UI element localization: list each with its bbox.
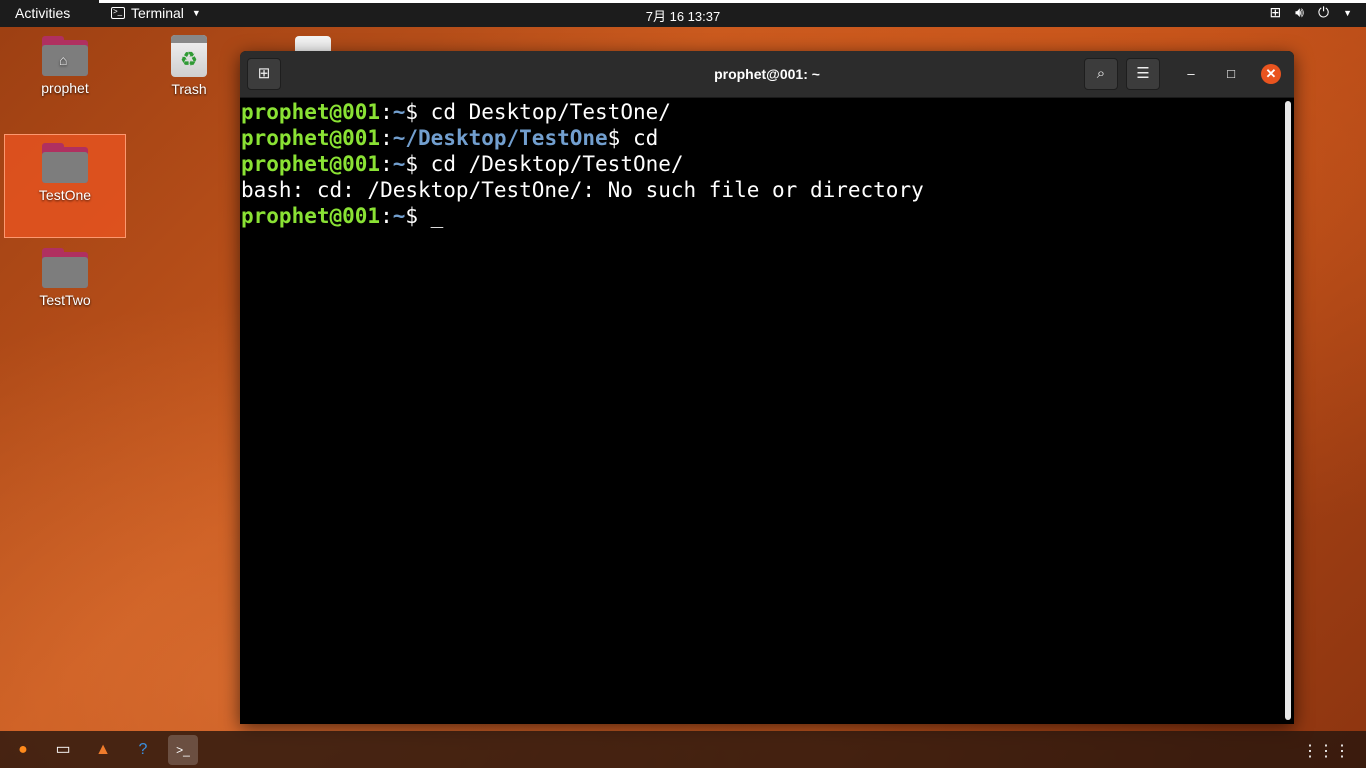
software-icon[interactable]: ▲ xyxy=(88,735,118,765)
volume-icon[interactable]: 🔊︎ xyxy=(1295,4,1304,21)
desktop-icon-label: Trash xyxy=(171,81,207,97)
hamburger-menu-icon: ☰ xyxy=(1136,65,1150,82)
prompt-path: ~ xyxy=(392,152,406,176)
system-tray[interactable]: ⊞ 🔊︎ ⏻ ▼ xyxy=(1269,4,1352,21)
prompt-path: ~ xyxy=(392,100,406,124)
prompt-separator: : xyxy=(380,152,393,176)
desktop-icon-testtwo[interactable]: TestTwo xyxy=(10,248,120,308)
command-text: $ _ xyxy=(405,204,444,228)
terminal-window[interactable]: ⊞ prophet@001: ~ ⌕ ☰ – □ ✕ prophet@001:~… xyxy=(240,51,1294,724)
desktop-icon-prophet[interactable]: ⌂ prophet xyxy=(10,36,120,96)
terminal-line: prophet@001:~/Desktop/TestOne$ cd xyxy=(241,125,1282,151)
menu-button[interactable]: ☰ xyxy=(1126,58,1160,90)
command-text: $ cd xyxy=(607,126,659,150)
show-applications-icon[interactable]: ⋮⋮⋮ xyxy=(1302,741,1350,761)
prompt-user: prophet@001 xyxy=(241,100,381,124)
desktop-icon-label: TestTwo xyxy=(39,292,91,308)
maximize-button[interactable]: □ xyxy=(1221,64,1241,84)
clock[interactable]: 7月 16 13:37 xyxy=(646,9,720,24)
terminal-output[interactable]: prophet@001:~$ cd Desktop/TestOne/prophe… xyxy=(241,98,1282,724)
terminal-icon[interactable]: >_ xyxy=(168,735,198,765)
app-menu-label: Terminal xyxy=(131,5,184,21)
scrollbar[interactable] xyxy=(1285,101,1291,720)
desktop-icon-trash[interactable]: ♻ Trash xyxy=(134,35,244,97)
folder-icon xyxy=(42,143,88,183)
terminal-header-bar[interactable]: ⊞ prophet@001: ~ ⌕ ☰ – □ ✕ xyxy=(240,51,1294,98)
terminal-line: prophet@001:~$ _ xyxy=(241,203,1282,229)
terminal-line: prophet@001:~$ cd /Desktop/TestOne/ xyxy=(241,151,1282,177)
folder-icon xyxy=(42,248,88,288)
minimize-button[interactable]: – xyxy=(1181,64,1201,84)
prompt-user: prophet@001 xyxy=(241,152,381,176)
prompt-path: ~ xyxy=(392,204,406,228)
activities-button[interactable]: Activities xyxy=(15,5,70,21)
desktop-icon-testone[interactable]: TestOne xyxy=(4,134,126,238)
prompt-user: prophet@001 xyxy=(241,204,381,228)
terminal-output-line: bash: cd: /Desktop/TestOne/: No such fil… xyxy=(241,178,924,202)
desktop-icon-label: prophet xyxy=(41,80,89,96)
firefox-icon[interactable]: ● xyxy=(8,735,38,765)
chevron-down-icon: ▼ xyxy=(191,8,201,18)
files-icon[interactable]: ▭ xyxy=(48,735,78,765)
dock: ● ▭ ▲ ? >_ ⋮⋮⋮ xyxy=(0,731,1366,768)
recycle-icon: ♻ xyxy=(180,49,198,71)
terminal-icon: >_ xyxy=(111,7,125,19)
desktop-icon-partial[interactable] xyxy=(295,36,331,52)
desktop-icon-label: TestOne xyxy=(38,187,92,203)
close-button[interactable]: ✕ xyxy=(1261,64,1281,84)
chevron-down-icon[interactable]: ▼ xyxy=(1343,8,1352,18)
prompt-separator: : xyxy=(380,204,393,228)
search-button[interactable]: ⌕ xyxy=(1084,58,1118,90)
command-text: $ cd Desktop/TestOne/ xyxy=(405,100,671,124)
prompt-user: prophet@001 xyxy=(241,126,381,150)
home-icon: ⌂ xyxy=(59,52,68,68)
prompt-separator: : xyxy=(380,126,393,150)
prompt-separator: : xyxy=(380,100,393,124)
terminal-line: prophet@001:~$ cd Desktop/TestOne/ xyxy=(241,99,1282,125)
clock-container: 7月 16 13:37 xyxy=(0,6,1366,25)
prompt-path: ~/Desktop/TestOne xyxy=(392,126,608,150)
top-bar: Activities >_ Terminal ▼ 7月 16 13:37 ⊞ 🔊… xyxy=(0,0,1366,27)
search-icon: ⌕ xyxy=(1096,65,1106,82)
power-icon[interactable]: ⏻ xyxy=(1318,4,1329,21)
focus-indicator xyxy=(99,0,1366,3)
app-menu[interactable]: >_ Terminal ▼ xyxy=(111,5,201,21)
home-folder-icon: ⌂ xyxy=(42,36,88,76)
trash-icon: ♻ xyxy=(171,35,207,77)
help-icon[interactable]: ? xyxy=(128,735,158,765)
network-icon[interactable]: ⊞ xyxy=(1269,4,1281,21)
command-text: $ cd /Desktop/TestOne/ xyxy=(405,152,684,176)
close-icon: ✕ xyxy=(1265,66,1277,81)
